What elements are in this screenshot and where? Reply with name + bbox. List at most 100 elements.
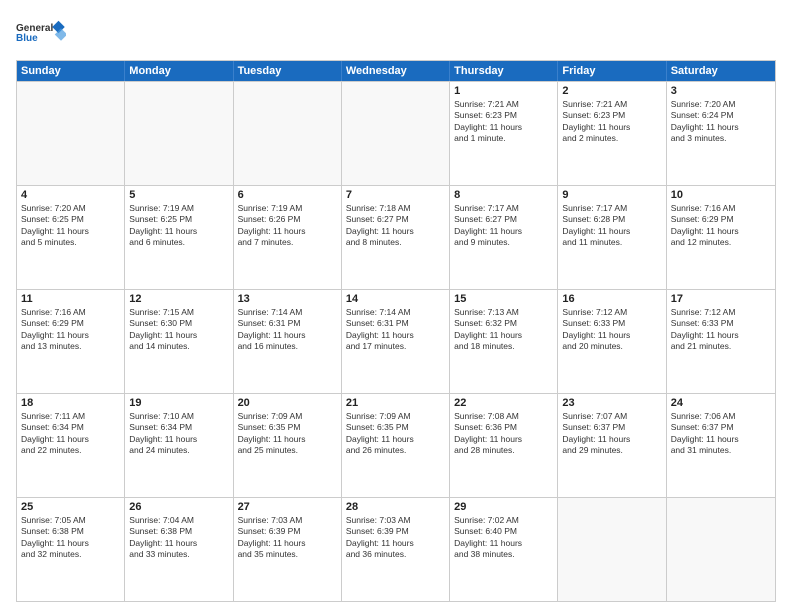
calendar-cell: 29 Sunrise: 7:02 AM Sunset: 6:40 PM Dayli… bbox=[450, 498, 558, 601]
calendar-cell: 6 Sunrise: 7:19 AM Sunset: 6:26 PM Daylig… bbox=[234, 186, 342, 289]
day-info: Sunrise: 7:16 AM Sunset: 6:29 PM Dayligh… bbox=[21, 307, 120, 353]
day-number: 7 bbox=[346, 189, 445, 201]
day-number: 4 bbox=[21, 189, 120, 201]
day-number: 15 bbox=[454, 293, 553, 305]
day-info: Sunrise: 7:14 AM Sunset: 6:31 PM Dayligh… bbox=[346, 307, 445, 353]
day-info: Sunrise: 7:17 AM Sunset: 6:28 PM Dayligh… bbox=[562, 203, 661, 249]
day-number: 11 bbox=[21, 293, 120, 305]
day-number: 2 bbox=[562, 85, 661, 97]
day-info: Sunrise: 7:16 AM Sunset: 6:29 PM Dayligh… bbox=[671, 203, 771, 249]
calendar-cell: 9 Sunrise: 7:17 AM Sunset: 6:28 PM Daylig… bbox=[558, 186, 666, 289]
calendar-header-cell: Thursday bbox=[450, 61, 558, 81]
day-number: 19 bbox=[129, 397, 228, 409]
calendar-cell: 21 Sunrise: 7:09 AM Sunset: 6:35 PM Dayli… bbox=[342, 394, 450, 497]
calendar-row: 4 Sunrise: 7:20 AM Sunset: 6:25 PM Daylig… bbox=[17, 185, 775, 289]
day-number: 14 bbox=[346, 293, 445, 305]
day-info: Sunrise: 7:19 AM Sunset: 6:25 PM Dayligh… bbox=[129, 203, 228, 249]
calendar-row: 18Sunrise: 7:11 AM Sunset: 6:34 PM Dayli… bbox=[17, 393, 775, 497]
calendar-cell: 22 Sunrise: 7:08 AM Sunset: 6:36 PM Dayli… bbox=[450, 394, 558, 497]
day-info: Sunrise: 7:10 AM Sunset: 6:34 PM Dayligh… bbox=[129, 411, 228, 457]
svg-text:General: General bbox=[16, 23, 53, 34]
day-info: Sunrise: 7:08 AM Sunset: 6:36 PM Dayligh… bbox=[454, 411, 553, 457]
day-number: 22 bbox=[454, 397, 553, 409]
calendar-header-cell: Saturday bbox=[667, 61, 775, 81]
day-number: 16 bbox=[562, 293, 661, 305]
calendar-header-cell: Sunday bbox=[17, 61, 125, 81]
day-number: 17 bbox=[671, 293, 771, 305]
day-info: Sunrise: 7:15 AM Sunset: 6:30 PM Dayligh… bbox=[129, 307, 228, 353]
calendar-cell: 28 Sunrise: 7:03 AM Sunset: 6:39 PM Dayli… bbox=[342, 498, 450, 601]
day-info: Sunrise: 7:09 AM Sunset: 6:35 PM Dayligh… bbox=[238, 411, 337, 457]
calendar-cell: 23 Sunrise: 7:07 AM Sunset: 6:37 PM Dayli… bbox=[558, 394, 666, 497]
day-info: Sunrise: 7:09 AM Sunset: 6:35 PM Dayligh… bbox=[346, 411, 445, 457]
calendar-header-cell: Wednesday bbox=[342, 61, 450, 81]
day-info: Sunrise: 7:20 AM Sunset: 6:25 PM Dayligh… bbox=[21, 203, 120, 249]
day-info: Sunrise: 7:21 AM Sunset: 6:23 PM Dayligh… bbox=[562, 99, 661, 145]
calendar-cell bbox=[17, 82, 125, 185]
calendar-cell: 18Sunrise: 7:11 AM Sunset: 6:34 PM Dayli… bbox=[17, 394, 125, 497]
day-number: 20 bbox=[238, 397, 337, 409]
day-number: 28 bbox=[346, 501, 445, 513]
day-info: Sunrise: 7:18 AM Sunset: 6:27 PM Dayligh… bbox=[346, 203, 445, 249]
logo: General Blue bbox=[16, 12, 66, 52]
day-info: Sunrise: 7:03 AM Sunset: 6:39 PM Dayligh… bbox=[238, 515, 337, 561]
calendar-header-cell: Tuesday bbox=[234, 61, 342, 81]
calendar-header-row: SundayMondayTuesdayWednesdayThursdayFrid… bbox=[17, 61, 775, 81]
calendar-cell: 16 Sunrise: 7:12 AM Sunset: 6:33 PM Dayli… bbox=[558, 290, 666, 393]
day-info: Sunrise: 7:21 AM Sunset: 6:23 PM Dayligh… bbox=[454, 99, 553, 145]
day-info: Sunrise: 7:13 AM Sunset: 6:32 PM Dayligh… bbox=[454, 307, 553, 353]
day-info: Sunrise: 7:03 AM Sunset: 6:39 PM Dayligh… bbox=[346, 515, 445, 561]
calendar-cell bbox=[234, 82, 342, 185]
calendar-cell: 11 Sunrise: 7:16 AM Sunset: 6:29 PM Dayli… bbox=[17, 290, 125, 393]
day-number: 3 bbox=[671, 85, 771, 97]
calendar-cell: 4 Sunrise: 7:20 AM Sunset: 6:25 PM Daylig… bbox=[17, 186, 125, 289]
calendar-cell: 12Sunrise: 7:15 AM Sunset: 6:30 PM Dayli… bbox=[125, 290, 233, 393]
calendar-body: 1 Sunrise: 7:21 AM Sunset: 6:23 PM Daylig… bbox=[17, 81, 775, 601]
day-number: 13 bbox=[238, 293, 337, 305]
calendar-cell: 25 Sunrise: 7:05 AM Sunset: 6:38 PM Dayli… bbox=[17, 498, 125, 601]
day-info: Sunrise: 7:14 AM Sunset: 6:31 PM Dayligh… bbox=[238, 307, 337, 353]
calendar-cell bbox=[667, 498, 775, 601]
calendar-cell: 10Sunrise: 7:16 AM Sunset: 6:29 PM Dayli… bbox=[667, 186, 775, 289]
day-number: 26 bbox=[129, 501, 228, 513]
calendar-cell: 7 Sunrise: 7:18 AM Sunset: 6:27 PM Daylig… bbox=[342, 186, 450, 289]
day-number: 18 bbox=[21, 397, 120, 409]
day-info: Sunrise: 7:05 AM Sunset: 6:38 PM Dayligh… bbox=[21, 515, 120, 561]
day-number: 25 bbox=[21, 501, 120, 513]
calendar-cell: 26Sunrise: 7:04 AM Sunset: 6:38 PM Dayli… bbox=[125, 498, 233, 601]
calendar-header-cell: Friday bbox=[558, 61, 666, 81]
calendar: SundayMondayTuesdayWednesdayThursdayFrid… bbox=[16, 60, 776, 602]
calendar-cell: 24 Sunrise: 7:06 AM Sunset: 6:37 PM Dayli… bbox=[667, 394, 775, 497]
day-info: Sunrise: 7:06 AM Sunset: 6:37 PM Dayligh… bbox=[671, 411, 771, 457]
logo-svg: General Blue bbox=[16, 12, 66, 52]
calendar-cell: 2 Sunrise: 7:21 AM Sunset: 6:23 PM Daylig… bbox=[558, 82, 666, 185]
calendar-cell: 14 Sunrise: 7:14 AM Sunset: 6:31 PM Dayli… bbox=[342, 290, 450, 393]
day-number: 8 bbox=[454, 189, 553, 201]
day-info: Sunrise: 7:17 AM Sunset: 6:27 PM Dayligh… bbox=[454, 203, 553, 249]
calendar-cell: 5 Sunrise: 7:19 AM Sunset: 6:25 PM Daylig… bbox=[125, 186, 233, 289]
day-number: 9 bbox=[562, 189, 661, 201]
day-number: 23 bbox=[562, 397, 661, 409]
day-number: 21 bbox=[346, 397, 445, 409]
calendar-row: 11 Sunrise: 7:16 AM Sunset: 6:29 PM Dayli… bbox=[17, 289, 775, 393]
calendar-cell: 19 Sunrise: 7:10 AM Sunset: 6:34 PM Dayli… bbox=[125, 394, 233, 497]
calendar-cell bbox=[342, 82, 450, 185]
day-number: 6 bbox=[238, 189, 337, 201]
calendar-header-cell: Monday bbox=[125, 61, 233, 81]
calendar-row: 1 Sunrise: 7:21 AM Sunset: 6:23 PM Daylig… bbox=[17, 81, 775, 185]
day-info: Sunrise: 7:07 AM Sunset: 6:37 PM Dayligh… bbox=[562, 411, 661, 457]
calendar-cell: 15 Sunrise: 7:13 AM Sunset: 6:32 PM Dayli… bbox=[450, 290, 558, 393]
day-number: 1 bbox=[454, 85, 553, 97]
day-number: 24 bbox=[671, 397, 771, 409]
day-number: 29 bbox=[454, 501, 553, 513]
day-info: Sunrise: 7:19 AM Sunset: 6:26 PM Dayligh… bbox=[238, 203, 337, 249]
day-info: Sunrise: 7:02 AM Sunset: 6:40 PM Dayligh… bbox=[454, 515, 553, 561]
day-number: 5 bbox=[129, 189, 228, 201]
day-info: Sunrise: 7:20 AM Sunset: 6:24 PM Dayligh… bbox=[671, 99, 771, 145]
day-info: Sunrise: 7:12 AM Sunset: 6:33 PM Dayligh… bbox=[671, 307, 771, 353]
calendar-cell: 3 Sunrise: 7:20 AM Sunset: 6:24 PM Daylig… bbox=[667, 82, 775, 185]
svg-text:Blue: Blue bbox=[16, 33, 38, 44]
calendar-cell: 13 Sunrise: 7:14 AM Sunset: 6:31 PM Dayli… bbox=[234, 290, 342, 393]
day-info: Sunrise: 7:12 AM Sunset: 6:33 PM Dayligh… bbox=[562, 307, 661, 353]
calendar-cell bbox=[125, 82, 233, 185]
